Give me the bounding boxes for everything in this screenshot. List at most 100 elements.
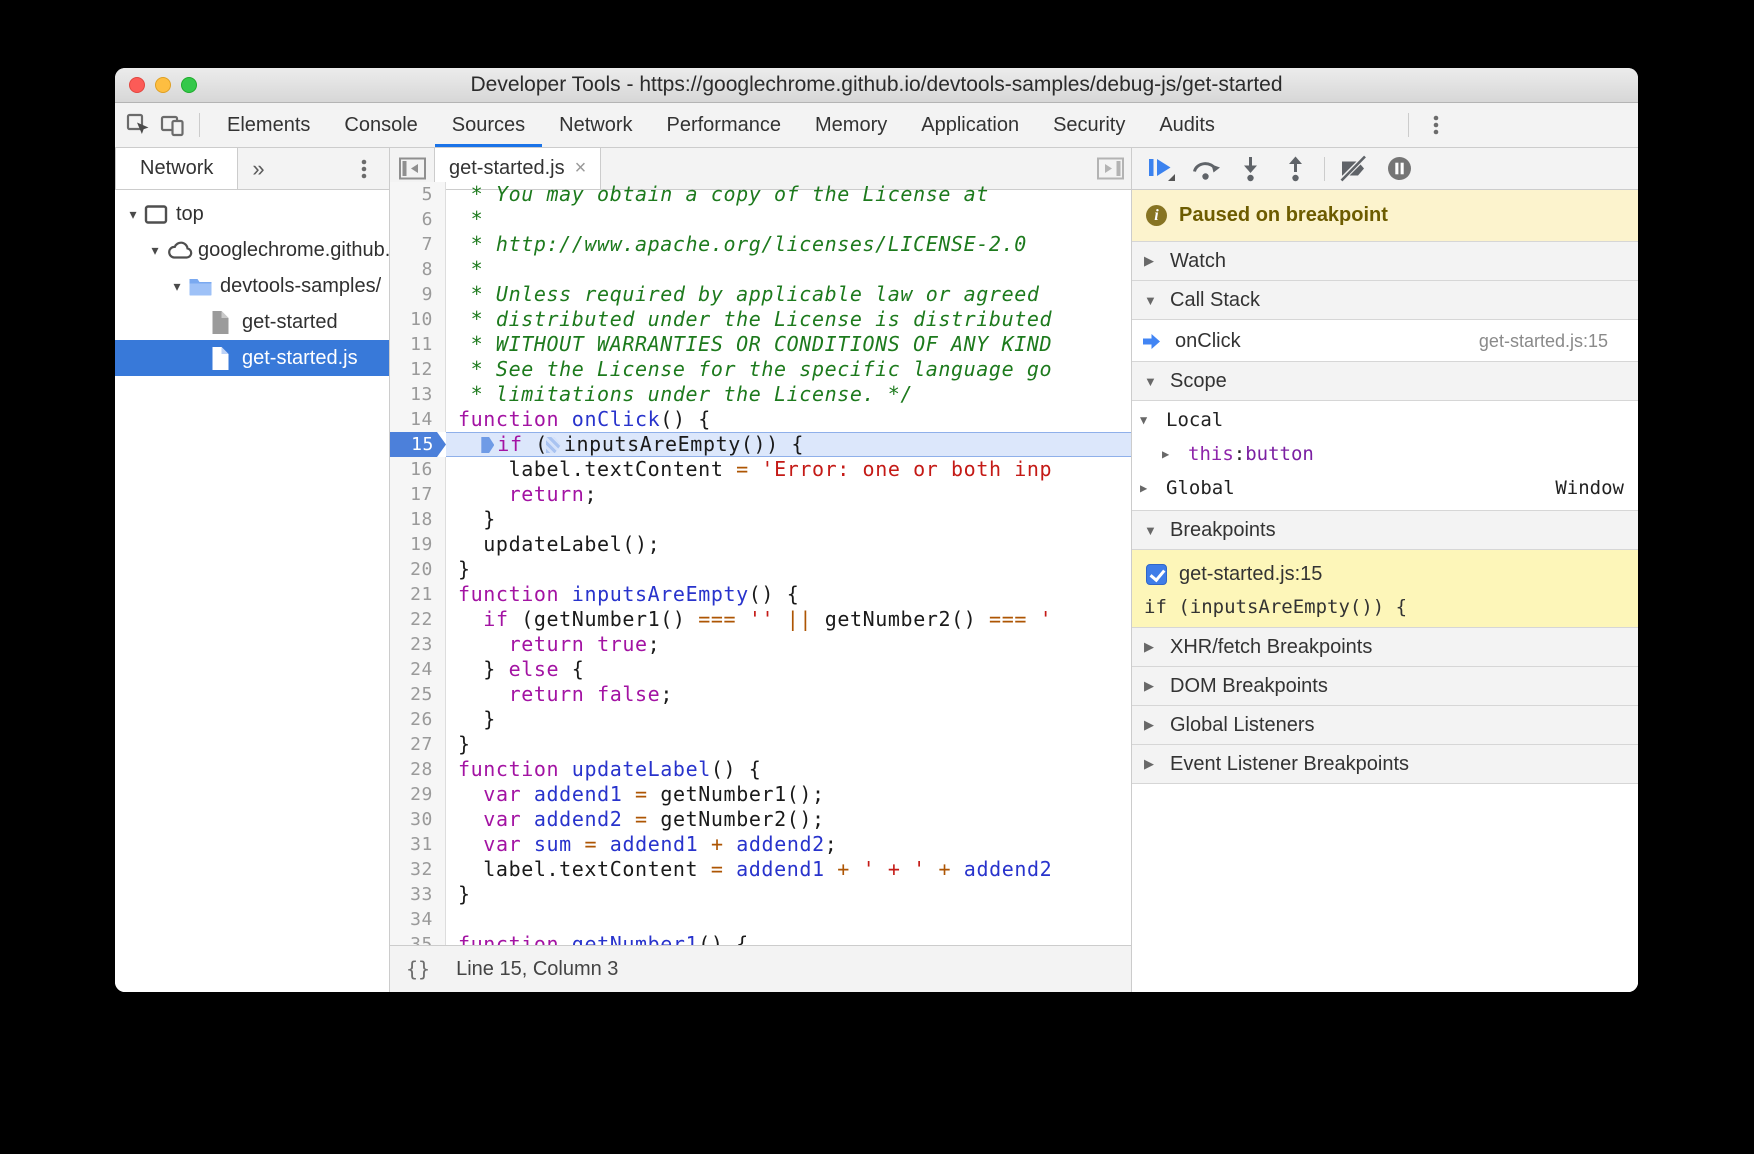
tab-network[interactable]: Network xyxy=(115,148,238,189)
close-tab-icon[interactable]: × xyxy=(575,157,587,180)
gutter-line-10[interactable]: 10 xyxy=(390,307,446,332)
tab-elements[interactable]: Elements xyxy=(210,103,327,147)
expander-icon[interactable]: ▾ xyxy=(144,242,166,259)
section-header-event-listener-breakpoints[interactable]: ▶Event Listener Breakpoints xyxy=(1132,744,1638,784)
scope-variable-this[interactable]: ▶this: button xyxy=(1132,437,1638,471)
callstack-frame[interactable]: onClickget-started.js:15 xyxy=(1132,320,1638,362)
expander-icon[interactable]: ▾ xyxy=(166,278,188,295)
tab-security[interactable]: Security xyxy=(1036,103,1142,147)
device-toolbar-icon[interactable] xyxy=(155,103,189,147)
gutter-line-34[interactable]: 34 xyxy=(390,907,446,932)
minimize-button[interactable] xyxy=(155,77,171,93)
gutter-line-13[interactable]: 13 xyxy=(390,382,446,407)
tab-sources[interactable]: Sources xyxy=(435,103,542,147)
gutter-line-27[interactable]: 27 xyxy=(390,732,446,757)
gutter-line-24[interactable]: 24 xyxy=(390,657,446,682)
tab-console[interactable]: Console xyxy=(327,103,434,147)
gutter-line-29[interactable]: 29 xyxy=(390,782,446,807)
tab-application[interactable]: Application xyxy=(904,103,1036,147)
code-token xyxy=(559,757,572,781)
gutter-line-6[interactable]: 6 xyxy=(390,207,446,232)
pretty-print-icon[interactable]: {} xyxy=(390,957,444,981)
zoom-button[interactable] xyxy=(181,77,197,93)
close-button[interactable] xyxy=(129,77,145,93)
code-token: * See the License for the specific langu… xyxy=(458,357,1052,381)
code-token xyxy=(584,682,597,706)
gutter-line-17[interactable]: 17 xyxy=(390,482,446,507)
deactivate-breakpoints-icon[interactable] xyxy=(1338,155,1370,183)
gutter-line-33[interactable]: 33 xyxy=(390,882,446,907)
code-line-7: 7 * http://www.apache.org/licenses/LICEN… xyxy=(390,232,1131,257)
gutter-line-20[interactable]: 20 xyxy=(390,557,446,582)
code-token: sum xyxy=(534,832,572,856)
gutter-line-18[interactable]: 18 xyxy=(390,507,446,532)
tab-memory[interactable]: Memory xyxy=(798,103,904,147)
tab-network[interactable]: Network xyxy=(542,103,649,147)
gutter-line-16[interactable]: 16 xyxy=(390,457,446,482)
section-header-watch[interactable]: ▶Watch xyxy=(1132,241,1638,281)
gutter-line-25[interactable]: 25 xyxy=(390,682,446,707)
gutter-line-32[interactable]: 32 xyxy=(390,857,446,882)
code-token: * distributed under the License is distr… xyxy=(458,307,1065,331)
section-header-scope[interactable]: ▼Scope xyxy=(1132,361,1638,401)
gutter-line-31[interactable]: 31 xyxy=(390,832,446,857)
section-header-call-stack[interactable]: ▼Call Stack xyxy=(1132,280,1638,320)
code-editor[interactable]: 5 * You may obtain a copy of the License… xyxy=(390,182,1131,945)
code-token: label.textContent xyxy=(458,457,736,481)
pause-on-exceptions-icon[interactable] xyxy=(1383,155,1415,183)
gutter-line-30[interactable]: 30 xyxy=(390,807,446,832)
code-token: var xyxy=(483,832,521,856)
gutter-line-15[interactable]: 15 xyxy=(390,432,446,457)
code-token xyxy=(559,932,572,945)
more-menu-icon[interactable] xyxy=(1419,112,1453,138)
gutter-line-35[interactable]: 35 xyxy=(390,932,446,945)
gutter-line-7[interactable]: 7 xyxy=(390,232,446,257)
code-token: else xyxy=(509,657,560,681)
section-header-breakpoints[interactable]: ▼Breakpoints xyxy=(1132,510,1638,550)
inspect-icon[interactable] xyxy=(121,103,155,147)
breakpoint-row: get-started.js:15 xyxy=(1132,558,1638,590)
code-token: * WITHOUT WARRANTIES OR CONDITIONS OF AN… xyxy=(458,332,1052,356)
breakpoint-entry[interactable]: get-started.js:15if (inputsAreEmpty()) { xyxy=(1132,550,1638,628)
code-token: addend1 xyxy=(736,857,825,881)
gutter-line-5[interactable]: 5 xyxy=(390,182,446,207)
section-header-dom-breakpoints[interactable]: ▶DOM Breakpoints xyxy=(1132,666,1638,706)
tree-item-devtools-samples[interactable]: ▾devtools-samples/ xyxy=(115,268,389,304)
expander-icon[interactable]: ▾ xyxy=(122,206,144,223)
section-header-xhr-fetch-breakpoints[interactable]: ▶XHR/fetch Breakpoints xyxy=(1132,627,1638,667)
gutter-line-19[interactable]: 19 xyxy=(390,532,446,557)
gutter-line-22[interactable]: 22 xyxy=(390,607,446,632)
gutter-line-8[interactable]: 8 xyxy=(390,257,446,282)
more-menu-icon[interactable] xyxy=(347,156,381,182)
step-into-icon[interactable] xyxy=(1234,155,1266,183)
scope-group-local[interactable]: ▼Local xyxy=(1132,403,1638,437)
step-over-icon[interactable] xyxy=(1189,155,1221,183)
tree-item-get-started[interactable]: get-started xyxy=(115,304,389,340)
gutter-line-26[interactable]: 26 xyxy=(390,707,446,732)
tab-performance[interactable]: Performance xyxy=(650,103,799,147)
tree-item-googlechrome-github-io[interactable]: ▾googlechrome.github.io xyxy=(115,232,389,268)
code-token: === xyxy=(989,607,1027,631)
gutter-line-23[interactable]: 23 xyxy=(390,632,446,657)
code-token xyxy=(458,782,483,806)
tree-item-get-started-js[interactable]: get-started.js xyxy=(115,340,389,376)
code-token: '' xyxy=(749,607,774,631)
tab-audits[interactable]: Audits xyxy=(1142,103,1232,147)
scope-group-global[interactable]: ▶GlobalWindow xyxy=(1132,471,1638,505)
code-token xyxy=(736,607,749,631)
more-tabs-button[interactable]: » xyxy=(238,148,278,189)
gutter-line-14[interactable]: 14 xyxy=(390,407,446,432)
gutter-line-21[interactable]: 21 xyxy=(390,582,446,607)
code-token xyxy=(951,857,964,881)
step-out-icon[interactable] xyxy=(1279,155,1311,183)
breakpoint-checkbox[interactable] xyxy=(1146,564,1167,585)
tree-item-top[interactable]: ▾top xyxy=(115,196,389,232)
chevron-right-icon: ▶ xyxy=(1144,253,1170,269)
gutter-line-28[interactable]: 28 xyxy=(390,757,446,782)
gutter-line-9[interactable]: 9 xyxy=(390,282,446,307)
resume-icon[interactable] xyxy=(1144,155,1176,183)
section-header-global-listeners[interactable]: ▶Global Listeners xyxy=(1132,705,1638,745)
code-line-16: 16 label.textContent = 'Error: one or bo… xyxy=(390,457,1131,482)
gutter-line-12[interactable]: 12 xyxy=(390,357,446,382)
gutter-line-11[interactable]: 11 xyxy=(390,332,446,357)
